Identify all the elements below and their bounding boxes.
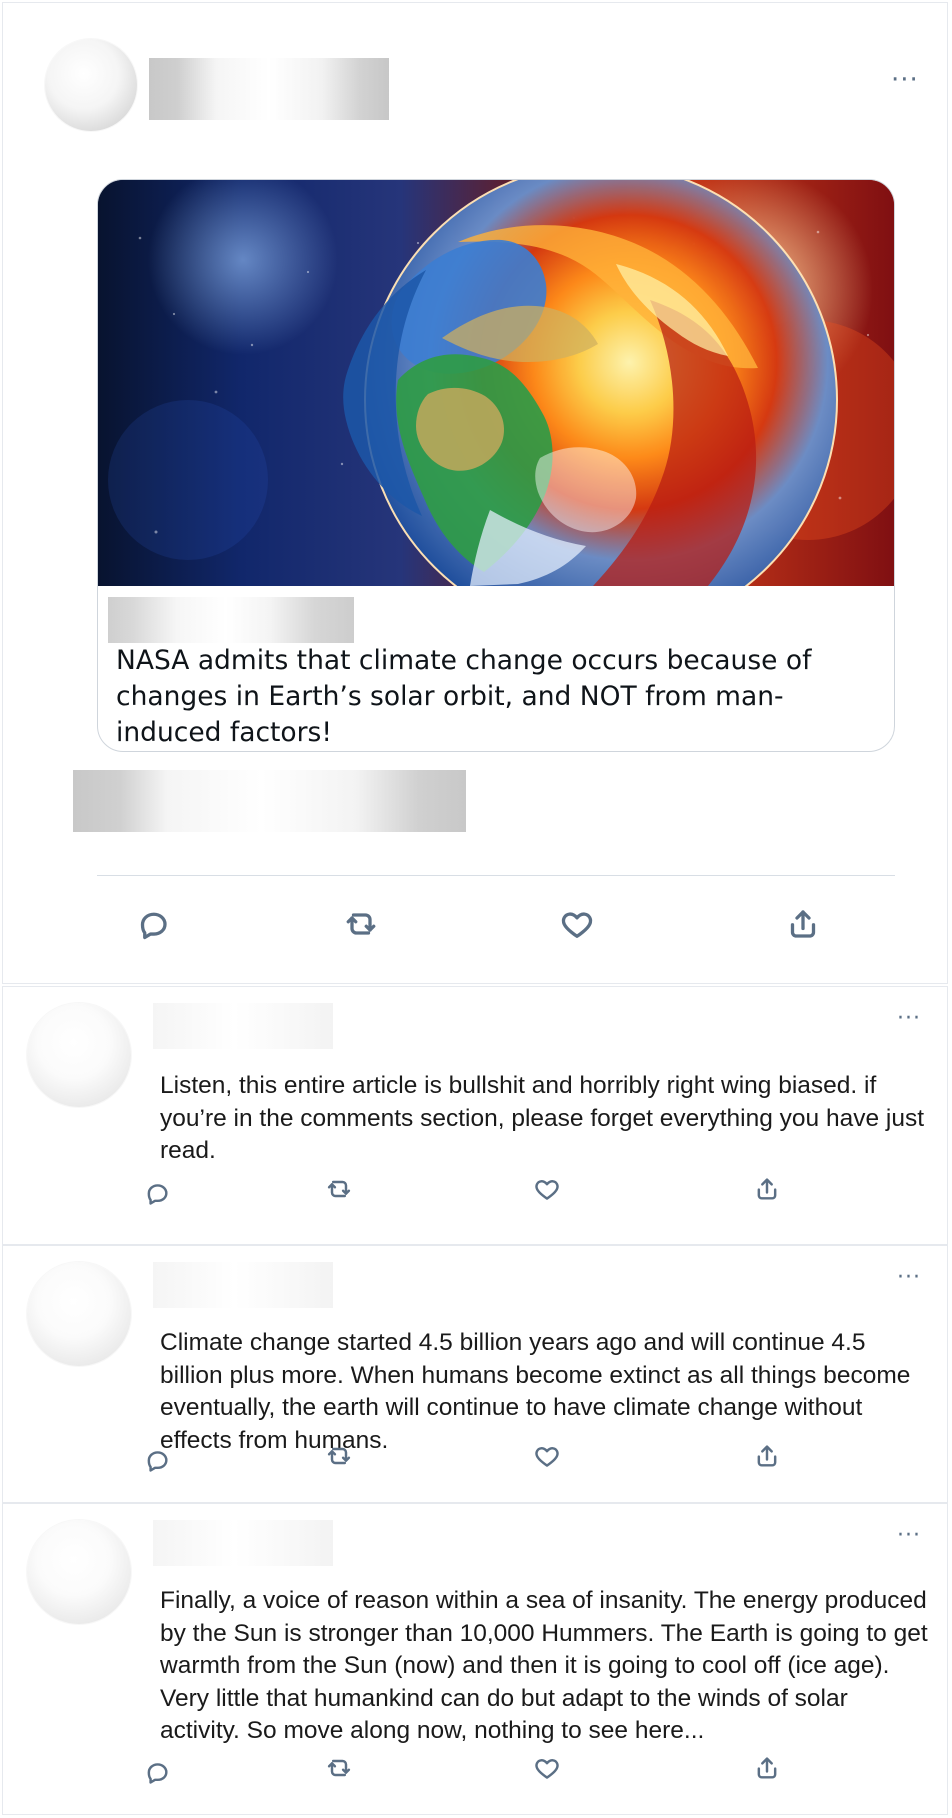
reply-icon — [147, 1451, 168, 1472]
reply-actions — [3, 1754, 947, 1786]
author-name-blurred[interactable] — [153, 1003, 333, 1049]
like-icon — [535, 1759, 559, 1779]
reply-text: Listen, this entire article is bullshit … — [160, 1072, 924, 1164]
reply-button[interactable] — [143, 1446, 171, 1474]
main-post: ··· NASA admits that climate change occu… — [2, 2, 948, 984]
avatar[interactable] — [27, 1003, 131, 1107]
like-button[interactable] — [559, 906, 595, 942]
share-button[interactable] — [753, 1754, 781, 1782]
share-button[interactable] — [753, 1442, 781, 1470]
like-button[interactable] — [533, 1175, 561, 1203]
author-name-blurred[interactable] — [149, 58, 389, 120]
retweet-icon — [346, 913, 376, 935]
retweet-button[interactable] — [325, 1754, 353, 1782]
reply-icon — [140, 912, 167, 940]
reply-button[interactable] — [135, 906, 171, 942]
card-domain-blurred[interactable] — [108, 597, 354, 643]
reply-text: Finally, a voice of reason within a sea … — [160, 1587, 928, 1744]
reply-card: ··· Finally, a voice of reason within a … — [2, 1503, 948, 1815]
post-meta-blurred — [73, 770, 466, 832]
more-icon[interactable]: ··· — [897, 1008, 921, 1030]
retweet-button[interactable] — [325, 1175, 353, 1203]
retweet-icon — [327, 1180, 351, 1198]
reply-icon — [147, 1763, 168, 1784]
more-icon[interactable]: ··· — [891, 67, 919, 93]
share-icon — [790, 910, 816, 938]
like-button[interactable] — [533, 1442, 561, 1470]
author-name-blurred[interactable] — [153, 1520, 333, 1566]
reply-actions — [3, 1175, 947, 1207]
reply-button[interactable] — [143, 1179, 171, 1207]
retweet-icon — [327, 1759, 351, 1777]
like-icon — [561, 912, 593, 938]
like-button[interactable] — [533, 1754, 561, 1782]
post-divider — [97, 875, 895, 876]
share-icon — [757, 1178, 777, 1200]
more-icon[interactable]: ··· — [897, 1267, 921, 1289]
earth-image[interactable] — [98, 180, 894, 586]
reply-icon — [147, 1184, 168, 1205]
reply-button[interactable] — [143, 1758, 171, 1786]
share-button[interactable] — [753, 1175, 781, 1203]
share-button[interactable] — [785, 906, 821, 942]
retweet-button[interactable] — [325, 1442, 353, 1470]
author-name-blurred[interactable] — [153, 1262, 333, 1308]
like-icon — [535, 1447, 559, 1467]
reply-card: ··· Listen, this entire article is bulls… — [2, 986, 948, 1245]
more-icon[interactable]: ··· — [897, 1525, 921, 1547]
link-preview-card[interactable]: NASA admits that climate change occurs b… — [97, 179, 895, 752]
reply-actions — [3, 1442, 947, 1474]
retweet-icon — [327, 1447, 351, 1465]
card-title[interactable]: NASA admits that climate change occurs b… — [116, 643, 886, 751]
like-icon — [535, 1180, 559, 1200]
share-icon — [757, 1757, 777, 1779]
avatar[interactable] — [45, 39, 137, 131]
retweet-button[interactable] — [343, 906, 379, 942]
earth-image-art — [98, 180, 894, 586]
avatar[interactable] — [27, 1520, 131, 1624]
main-post-actions — [3, 906, 947, 954]
reply-card: ··· Climate change started 4.5 billion y… — [2, 1245, 948, 1503]
avatar[interactable] — [27, 1262, 131, 1366]
reply-text: Climate change started 4.5 billion years… — [160, 1329, 911, 1454]
share-icon — [757, 1445, 777, 1467]
